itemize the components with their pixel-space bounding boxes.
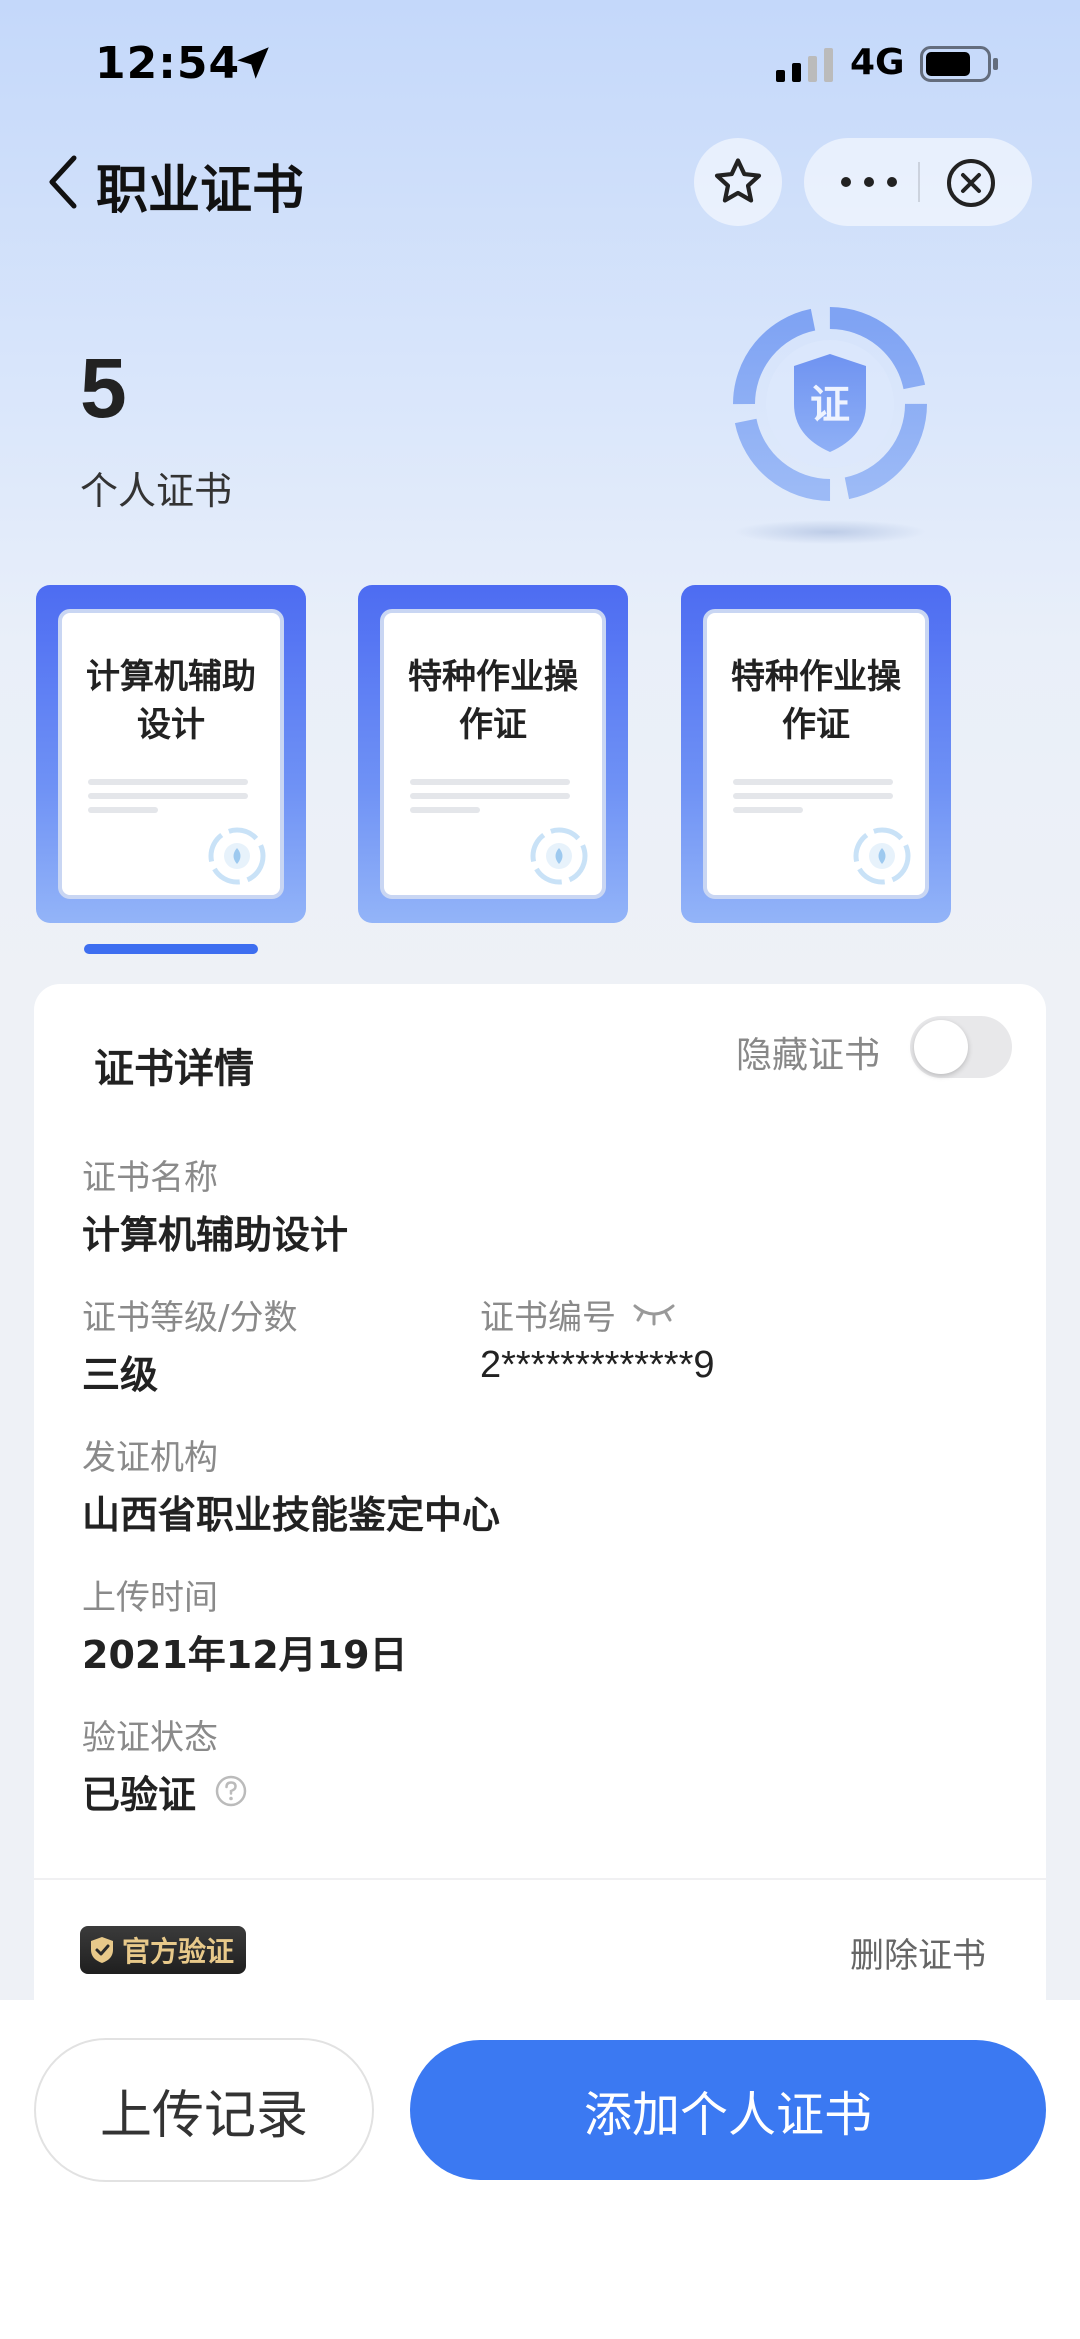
help-icon[interactable] <box>214 1774 248 1808</box>
seal-icon <box>208 827 266 885</box>
capsule-divider <box>918 162 920 202</box>
certificate-card-title: 特种作业操作证 <box>408 657 578 745</box>
close-icon[interactable] <box>944 156 998 210</box>
favorite-button[interactable] <box>694 138 782 226</box>
hide-certificate-label: 隐藏证书 <box>736 1035 881 1076</box>
status-time: 12:54 <box>95 38 241 89</box>
battery-icon <box>920 46 998 82</box>
upload-time-label: 上传时间 <box>82 1578 218 1618</box>
delete-certificate-link[interactable]: 删除证书 <box>850 1928 986 1977</box>
emblem-text: 证 <box>810 382 850 428</box>
signal-icon <box>776 48 833 82</box>
bottom-action-bar: 上传记录 添加个人证书 <box>0 2000 1080 2339</box>
star-icon <box>714 158 762 203</box>
toggle-knob <box>914 1020 968 1074</box>
certificate-card[interactable]: 计算机辅助设计 <box>36 585 306 923</box>
status-bar: 12:54 4G <box>0 0 1080 130</box>
number-value: 2*************9 <box>480 1344 715 1386</box>
verify-status-label: 验证状态 <box>82 1718 218 1758</box>
level-value: 三级 <box>82 1353 159 1397</box>
text-lines-decoration <box>733 779 893 813</box>
back-chevron-icon[interactable] <box>42 152 86 212</box>
panel-divider <box>34 1878 1046 1880</box>
text-lines-decoration <box>88 779 248 813</box>
upload-time-value: 2021年12月19日 <box>82 1633 408 1677</box>
issuer-value: 山西省职业技能鉴定中心 <box>82 1493 501 1537</box>
more-icon[interactable] <box>834 158 904 206</box>
name-label: 证书名称 <box>82 1158 218 1198</box>
issuer-label: 发证机构 <box>82 1438 218 1478</box>
certificate-count-label: 个人证书 <box>80 469 233 513</box>
number-label: 证书编号 <box>480 1298 616 1338</box>
certificate-card[interactable]: 特种作业操作证 <box>681 585 951 923</box>
official-badge-text: 官方验证 <box>122 1935 235 1968</box>
certificate-count: 5 <box>80 341 127 435</box>
certificate-paper: 特种作业操作证 <box>703 609 929 899</box>
shield-check-icon <box>91 1937 113 1963</box>
page-title: 职业证书 <box>96 161 305 221</box>
seal-icon <box>530 827 588 885</box>
text-lines-decoration <box>410 779 570 813</box>
eye-closed-icon[interactable] <box>632 1300 676 1326</box>
certificate-paper: 计算机辅助设计 <box>58 609 284 899</box>
network-type: 4G <box>850 42 905 83</box>
name-value: 计算机辅助设计 <box>82 1213 349 1257</box>
level-label: 证书等级/分数 <box>82 1298 298 1338</box>
mini-program-capsule <box>804 138 1032 226</box>
hide-certificate-toggle[interactable] <box>910 1016 1012 1078</box>
certificate-emblem-icon: 证 <box>733 307 927 544</box>
certificate-card-title: 计算机辅助设计 <box>86 657 256 745</box>
certificate-card[interactable]: 特种作业操作证 <box>358 585 628 923</box>
location-arrow-icon <box>237 47 269 79</box>
official-verified-badge: 官方验证 <box>80 1926 247 1974</box>
selected-card-indicator <box>84 944 258 954</box>
certificate-detail-panel: 证书详情 隐藏证书 证书名称 计算机辅助设计 证书等级/分数 三级 证书编号 2… <box>34 984 1046 2044</box>
upload-history-button[interactable]: 上传记录 <box>34 2038 374 2182</box>
add-certificate-button[interactable]: 添加个人证书 <box>410 2040 1046 2180</box>
verify-status-value: 已验证 <box>82 1773 197 1817</box>
certificate-paper: 特种作业操作证 <box>380 609 606 899</box>
panel-title: 证书详情 <box>94 1046 254 1092</box>
certificate-card-title: 特种作业操作证 <box>731 657 901 745</box>
seal-icon <box>853 827 911 885</box>
